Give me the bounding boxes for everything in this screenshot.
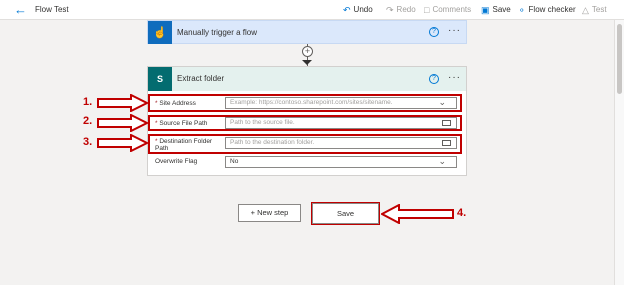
overwrite-flag-dropdown[interactable]: No ⌄ [225,156,457,168]
insert-step-plus-icon[interactable]: + [302,46,313,57]
annotation-arrow-right-icon [97,114,149,132]
redo-button[interactable]: ↷ Redo [386,4,416,16]
undo-icon: ↶ [343,5,351,15]
annotation-arrow-left-icon [381,204,454,224]
annotation-number-4: 4. [457,207,467,219]
annotation-box-source-file-path [148,115,462,131]
annotation-arrow-right-icon [97,94,149,112]
vertical-scrollbar[interactable] [614,20,624,285]
extract-card-header[interactable]: S Extract folder ? ··· [148,67,466,91]
extract-card-title: Extract folder [177,74,225,83]
save-button[interactable]: Save [312,203,379,224]
more-options-icon[interactable]: ··· [448,73,461,83]
test-button[interactable]: △ Test [582,4,607,16]
annotation-number-3: 3. [83,136,93,148]
help-icon[interactable]: ? [429,27,439,37]
more-options-icon[interactable]: ··· [448,26,461,36]
redo-icon: ↷ [386,5,394,15]
annotation-box-site-address [148,94,462,112]
annotation-number-1: 1. [83,96,93,108]
new-step-button[interactable]: + New step [238,204,301,222]
trigger-card-title: Manually trigger a flow [177,28,258,37]
help-icon[interactable]: ? [429,74,439,84]
undo-button[interactable]: ↶ Undo [343,4,373,16]
save-icon: ▣ [481,5,490,15]
comment-icon: □ [424,5,430,15]
annotation-arrow-right-icon [97,134,149,152]
connector-arrow-icon [302,60,312,65]
flask-icon: △ [582,5,589,15]
chevron-down-icon[interactable]: ⌄ [438,157,446,166]
annotation-number-2: 2. [83,115,93,127]
flow-title: Flow Test [35,5,69,14]
command-bar: ← Flow Test ↶ Undo ↷ Redo □ Comments ▣ S… [0,0,624,20]
annotation-box-destination-folder [148,134,462,154]
trigger-card[interactable]: ☝ Manually trigger a flow ? ··· [147,20,467,44]
hand-tap-icon: ☝ [148,21,172,44]
save-command-button[interactable]: ▣ Save [481,4,511,16]
flow-checker-button[interactable]: ⚬ Flow checker [518,4,576,16]
stethoscope-icon: ⚬ [518,5,526,15]
back-arrow-icon[interactable]: ← [14,2,27,18]
sharepoint-icon: S [148,67,172,91]
overwrite-flag-label: Overwrite Flag [155,158,198,165]
comments-button[interactable]: □ Comments [424,4,471,16]
scrollbar-thumb[interactable] [617,24,622,94]
